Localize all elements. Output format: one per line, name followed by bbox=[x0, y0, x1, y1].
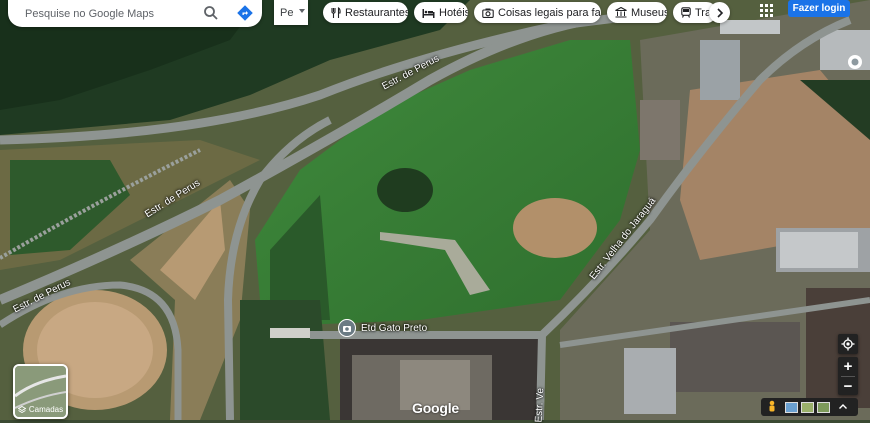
my-location-button[interactable] bbox=[838, 334, 858, 354]
road-label-vertical: Estr. Ve bbox=[533, 387, 547, 423]
poi-marker[interactable]: Etd Gato Preto bbox=[338, 319, 427, 337]
fork-knife-icon bbox=[331, 6, 341, 18]
login-button[interactable]: Fazer login bbox=[788, 0, 850, 17]
chip-restaurants[interactable]: Restaurantes bbox=[323, 2, 408, 23]
camera-icon bbox=[482, 8, 494, 18]
crosshair-icon bbox=[841, 337, 855, 351]
google-logo: Google bbox=[412, 400, 460, 416]
search-input[interactable] bbox=[25, 7, 200, 20]
travel-mode-dropdown[interactable]: Pe bbox=[274, 0, 308, 25]
search-box bbox=[8, 0, 262, 27]
imagery-thumb-1[interactable] bbox=[785, 401, 798, 413]
pegman-icon[interactable] bbox=[767, 400, 777, 414]
zoom-out-button[interactable]: − bbox=[838, 377, 858, 396]
imagery-thumb-3[interactable] bbox=[817, 401, 830, 413]
zoom-controls: + − bbox=[838, 357, 858, 395]
layers-button[interactable]: Camadas bbox=[13, 364, 68, 419]
apps-grid-icon[interactable] bbox=[756, 0, 776, 20]
imagery-thumb-2[interactable] bbox=[801, 401, 814, 413]
bed-icon bbox=[422, 8, 435, 18]
layers-icon bbox=[17, 405, 26, 413]
zoom-in-button[interactable]: + bbox=[838, 357, 858, 376]
chip-things-to-do-label: Coisas legais para fa… bbox=[498, 6, 601, 19]
bottom-toolbar bbox=[761, 398, 858, 416]
transit-icon bbox=[681, 7, 691, 18]
poi-label[interactable]: Etd Gato Preto bbox=[361, 323, 427, 334]
chips-next-button[interactable] bbox=[709, 2, 730, 23]
location-dot-icon bbox=[848, 55, 862, 69]
museum-icon bbox=[615, 7, 627, 18]
chip-restaurants-label: Restaurantes bbox=[345, 6, 408, 19]
layers-label: Camadas bbox=[28, 405, 64, 414]
chevron-right-icon bbox=[716, 7, 723, 18]
chevron-down-icon bbox=[299, 9, 305, 13]
chevron-up-icon[interactable] bbox=[838, 402, 848, 412]
chip-museums[interactable]: Museus bbox=[607, 2, 667, 23]
search-icon[interactable] bbox=[203, 5, 219, 21]
directions-icon[interactable] bbox=[237, 5, 253, 21]
poi-pin-icon[interactable] bbox=[338, 319, 356, 337]
chip-hotels[interactable]: Hotéis bbox=[414, 2, 468, 23]
chip-museums-label: Museus bbox=[631, 6, 667, 19]
chip-things-to-do[interactable]: Coisas legais para fa… bbox=[474, 2, 601, 23]
travel-mode-value: Pe bbox=[280, 6, 294, 19]
chip-hotels-label: Hotéis bbox=[439, 6, 468, 19]
